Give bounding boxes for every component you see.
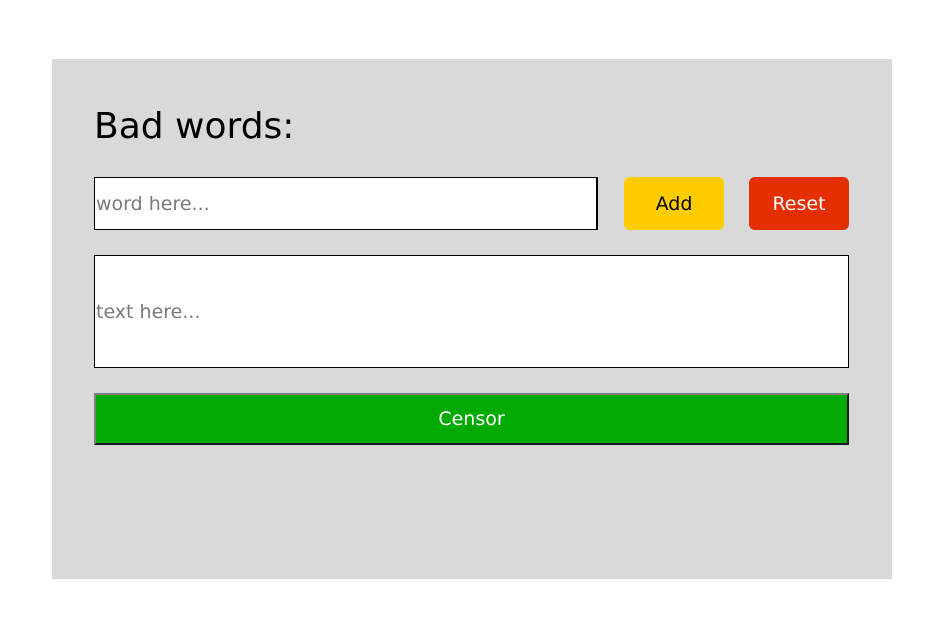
add-button[interactable]: Add (624, 177, 724, 230)
bad-word-input[interactable] (94, 177, 598, 230)
page-title: Bad words: (94, 106, 295, 147)
censor-button[interactable]: Censor (94, 393, 849, 445)
reset-button[interactable]: Reset (749, 177, 849, 230)
text-input-area[interactable] (94, 255, 849, 368)
